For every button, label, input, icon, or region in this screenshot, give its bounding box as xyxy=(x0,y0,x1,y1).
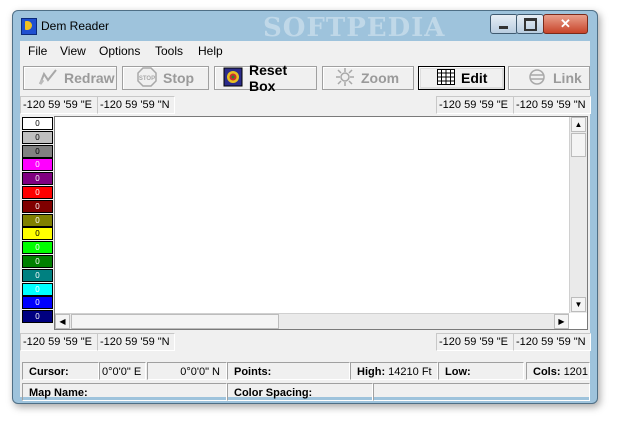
legend-swatch[interactable]: 0 xyxy=(22,130,53,144)
edit-label: Edit xyxy=(461,70,488,86)
vertical-scrollbar[interactable]: ▲ ▼ xyxy=(569,117,587,313)
redraw-label: Redraw xyxy=(64,70,115,86)
window-title: Dem Reader xyxy=(41,19,110,33)
menu-help[interactable]: Help xyxy=(198,44,223,58)
menu-bar: File View Options Tools Help xyxy=(20,41,590,61)
legend-swatch[interactable]: 0 xyxy=(22,186,53,199)
legend-swatch[interactable]: 0 xyxy=(22,227,53,241)
bottom-right-north-coord: -120 59 '59 "N xyxy=(513,333,591,351)
legend-swatch[interactable]: 0 xyxy=(22,282,53,296)
bottom-coordinate-bar: -120 59 '59 "E -120 59 '59 "N -120 59 '5… xyxy=(20,332,591,351)
vertical-scroll-thumb[interactable] xyxy=(571,133,586,157)
title-bar[interactable]: Dem Reader SOFTPEDIA ✕ xyxy=(13,11,597,43)
high-cell: High: 14210 Ft xyxy=(350,362,438,380)
legend-swatch[interactable]: 0 xyxy=(22,310,53,324)
menu-tools[interactable]: Tools xyxy=(155,44,183,58)
legend-swatch[interactable]: 0 xyxy=(22,199,53,213)
color-spacing-cell: Color Spacing: xyxy=(227,383,373,401)
horizontal-scroll-thumb[interactable] xyxy=(71,314,279,329)
grid-icon xyxy=(437,68,455,88)
app-window: Dem Reader SOFTPEDIA ✕ File View Options… xyxy=(12,10,598,404)
top-right-north-coord: -120 59 '59 "N xyxy=(513,96,591,114)
top-coordinate-bar: -120 59 '59 "E -120 59 '59 "N -120 59 '5… xyxy=(20,95,591,114)
legend-swatch[interactable]: 0 xyxy=(22,268,53,282)
cursor-lat-cell: 0°0'0" N xyxy=(147,362,227,380)
color-legend: 000000000000000 xyxy=(20,116,54,328)
low-label: Low: xyxy=(445,366,471,378)
top-left-east-coord: -120 59 '59 "E xyxy=(20,96,98,114)
cols-cell: Cols: 1201 xyxy=(526,362,590,380)
menu-view[interactable]: View xyxy=(60,44,86,58)
app-icon xyxy=(21,18,37,35)
client-area: File View Options Tools Help Redraw STOP… xyxy=(20,41,591,401)
cursor-lon-cell: 0°0'0" E xyxy=(99,362,146,380)
status-empty-cell xyxy=(373,383,590,401)
cursor-label-cell: Cursor: xyxy=(22,362,99,380)
legend-swatch[interactable]: 0 xyxy=(22,117,53,130)
legend-swatch[interactable]: 0 xyxy=(22,241,53,255)
high-label: High: xyxy=(357,366,386,378)
color-spacing-label: Color Spacing: xyxy=(234,387,313,399)
low-cell: Low: xyxy=(438,362,524,380)
high-value: 14210 Ft xyxy=(388,366,432,378)
points-label: Points: xyxy=(234,366,272,378)
link-button[interactable]: Link xyxy=(508,66,590,90)
watermark-text: SOFTPEDIA xyxy=(263,13,446,43)
horizontal-scrollbar[interactable]: ◀ ▶ xyxy=(55,313,569,329)
svg-text:STOP: STOP xyxy=(139,76,155,82)
link-icon xyxy=(527,68,547,89)
map-name-label: Map Name: xyxy=(29,387,88,399)
top-left-north-coord: -120 59 '59 "N xyxy=(97,96,175,114)
legend-swatch[interactable]: 0 xyxy=(22,144,53,158)
cols-label: Cols: xyxy=(533,366,561,378)
zoom-button[interactable]: Zoom xyxy=(322,66,414,90)
map-name-cell: Map Name: xyxy=(22,383,227,401)
reset-box-label: Reset Box xyxy=(249,62,288,94)
toolbar: Redraw STOP Stop Reset Box Zoom Edit Lin… xyxy=(20,62,590,94)
menu-file[interactable]: File xyxy=(28,44,47,58)
menu-options[interactable]: Options xyxy=(99,44,140,58)
stop-icon: STOP xyxy=(137,66,157,90)
reset-box-icon xyxy=(223,67,243,90)
close-icon: ✕ xyxy=(560,16,571,31)
link-label: Link xyxy=(553,70,582,86)
points-cell: Points: xyxy=(227,362,350,380)
scroll-down-icon[interactable]: ▼ xyxy=(571,297,586,312)
stop-button[interactable]: STOP Stop xyxy=(122,66,209,90)
status-bar-row-2: Map Name: Color Spacing: xyxy=(20,382,590,403)
close-button[interactable]: ✕ xyxy=(543,14,588,34)
scroll-up-icon[interactable]: ▲ xyxy=(571,117,586,132)
status-bar-row-1: Cursor: 0°0'0" E 0°0'0" N Points: High: … xyxy=(20,361,590,382)
scroll-left-icon[interactable]: ◀ xyxy=(55,314,70,329)
redraw-icon xyxy=(38,68,58,89)
legend-swatch[interactable]: 0 xyxy=(22,296,53,310)
legend-swatch[interactable]: 0 xyxy=(22,255,53,268)
maximize-button[interactable] xyxy=(516,14,544,34)
minimize-button[interactable] xyxy=(490,14,518,34)
reset-box-button[interactable]: Reset Box xyxy=(214,62,317,94)
bottom-left-east-coord: -120 59 '59 "E xyxy=(20,333,98,351)
redraw-button[interactable]: Redraw xyxy=(23,66,117,90)
legend-swatch[interactable]: 0 xyxy=(22,172,53,186)
bottom-left-north-coord: -120 59 '59 "N xyxy=(97,333,175,351)
map-view[interactable]: ▲ ▼ ◀ ▶ xyxy=(54,116,588,330)
zoom-icon xyxy=(335,67,355,90)
cursor-label: Cursor: xyxy=(29,366,69,378)
top-right-east-coord: -120 59 '59 "E xyxy=(436,96,514,114)
scroll-right-icon[interactable]: ▶ xyxy=(554,314,569,329)
zoom-label: Zoom xyxy=(361,70,400,86)
edit-button[interactable]: Edit xyxy=(418,66,505,90)
legend-swatch[interactable]: 0 xyxy=(22,158,53,172)
bottom-right-east-coord: -120 59 '59 "E xyxy=(436,333,514,351)
cols-value: 1201 xyxy=(563,366,589,378)
legend-swatch[interactable]: 0 xyxy=(22,213,53,227)
stop-label: Stop xyxy=(163,70,195,86)
